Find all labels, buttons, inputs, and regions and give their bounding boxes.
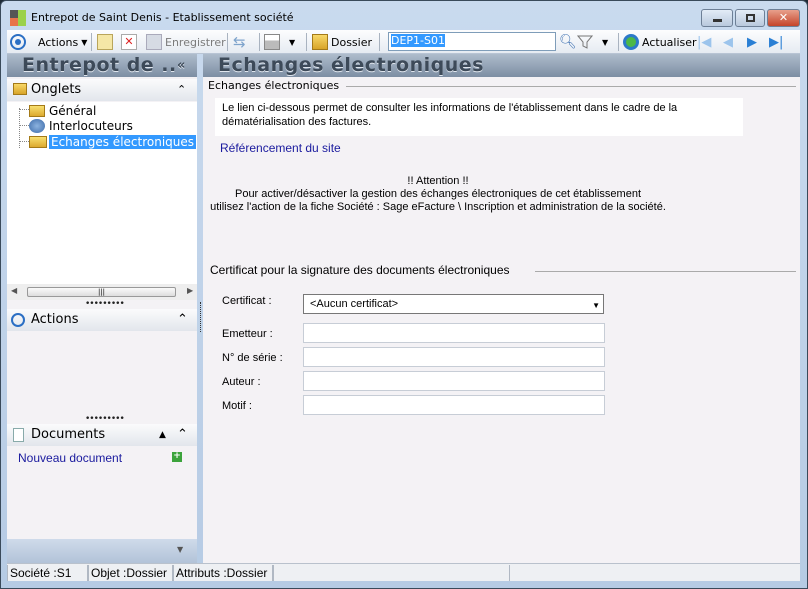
save-button[interactable]: Enregistrer	[146, 34, 226, 50]
tab-echanges-electroniques[interactable]: Echanges électroniques	[29, 135, 197, 149]
maximize-button[interactable]	[735, 9, 765, 27]
collapse-panel-icon[interactable]: «	[177, 54, 186, 77]
tab-general[interactable]: Général	[29, 104, 96, 118]
field-label: Certificat :	[222, 295, 272, 307]
certificate-select[interactable]: <Aucun certificat> ▼	[303, 294, 604, 314]
sync-icon[interactable]: ⇆	[233, 33, 246, 51]
page-title: Echanges électroniques	[203, 54, 800, 77]
filter-icon	[577, 35, 593, 49]
status-bar: Société :S1 Objet :Dossier Attributs :Do…	[7, 563, 800, 581]
delete-icon[interactable]: ✕	[121, 34, 137, 50]
field-label: Emetteur :	[222, 328, 273, 340]
first-record-button[interactable]: |◀	[697, 34, 711, 50]
print-button[interactable]: ▼	[264, 34, 295, 50]
site-reference-link[interactable]: Référencement du site	[220, 141, 341, 155]
collapse-icon[interactable]: ⌃	[177, 424, 188, 446]
search-icon[interactable]: 🔍︎	[559, 34, 577, 50]
status-attributes: Attributs :Dossier	[173, 565, 273, 581]
tab-interlocuteurs[interactable]: Interlocuteurs	[29, 119, 133, 133]
info-text: Le lien ci-dessous permet de consulter l…	[215, 98, 743, 136]
folder-icon	[29, 105, 45, 117]
chevron-down-icon: ▼	[592, 301, 600, 310]
reason-field[interactable]	[303, 395, 605, 415]
group-title: Echanges électroniques	[208, 79, 340, 92]
new-icon[interactable]	[97, 34, 113, 50]
actions-icon	[10, 34, 26, 50]
group-title: Certificat pour la signature des documen…	[210, 263, 510, 277]
panel-footer: ▼	[7, 539, 197, 563]
field-label: Auteur :	[222, 376, 261, 388]
tabs-section-header[interactable]: Onglets ⌃	[7, 79, 197, 101]
author-field[interactable]	[303, 371, 605, 391]
previous-record-button[interactable]: ◀	[723, 34, 733, 50]
vertical-splitter[interactable]	[200, 302, 201, 332]
serial-number-field[interactable]	[303, 347, 605, 367]
actions-menu[interactable]: Actions ▼	[38, 34, 87, 50]
window-title: Entrepot de Saint Denis - Etablissement …	[31, 11, 294, 24]
main-panel: Echanges électroniques Echanges électron…	[203, 54, 800, 563]
search-input[interactable]: DEP1-S01	[388, 32, 556, 51]
status-company: Société :S1	[7, 565, 88, 581]
folder-button[interactable]: Dossier	[312, 34, 372, 50]
documents-section-header[interactable]: Documents ▲ ⌃	[7, 424, 197, 446]
new-document-link[interactable]: Nouveau document	[18, 451, 122, 465]
save-icon	[146, 34, 162, 50]
splitter-handle[interactable]: •••••••••	[85, 414, 125, 424]
next-record-button[interactable]: ▶	[747, 34, 757, 50]
expand-up-icon[interactable]: ▲	[159, 424, 166, 446]
field-label: N° de série :	[222, 352, 283, 364]
filter-button[interactable]: ▼	[577, 34, 608, 50]
add-icon[interactable]: +	[172, 452, 182, 462]
document-icon	[13, 428, 24, 442]
actions-section-header[interactable]: Actions ⌃	[7, 309, 197, 331]
horizontal-scrollbar[interactable]: ◀ ||| ▶	[7, 284, 197, 300]
field-label: Motif :	[222, 400, 252, 412]
folder-icon	[13, 83, 27, 95]
refresh-button[interactable]: Actualiser	[623, 34, 697, 50]
print-icon	[264, 34, 280, 50]
left-panel: Entrepot de .. « Onglets ⌃ Général Interlo…	[7, 54, 197, 563]
collapse-icon[interactable]: ⌃	[177, 79, 186, 101]
tabs-tree: Général Interlocuteurs Echanges électron…	[7, 102, 197, 284]
minimize-button[interactable]	[701, 9, 733, 27]
splitter-handle[interactable]: •••••••••	[85, 299, 125, 309]
users-icon	[29, 119, 45, 133]
warning-text: !! Attention !! Pour activer/désactiver l…	[210, 175, 666, 213]
close-button[interactable]: ✕	[767, 9, 800, 27]
last-record-button[interactable]: ▶|	[769, 34, 783, 50]
open-folder-icon	[29, 136, 47, 148]
folder-icon	[312, 34, 328, 50]
collapse-icon[interactable]: ⌃	[177, 309, 188, 331]
app-icon	[10, 10, 26, 26]
refresh-icon	[623, 34, 639, 50]
toolbar: Actions ▼ ✕ Enregistrer ⇆ ▼ Dossier DEP1-…	[7, 30, 800, 54]
status-object: Objet :Dossier	[88, 565, 173, 581]
actions-icon	[11, 313, 25, 327]
left-panel-header: Entrepot de .. «	[7, 54, 197, 77]
chevron-down-icon[interactable]: ▼	[177, 545, 183, 554]
issuer-field[interactable]	[303, 323, 605, 343]
